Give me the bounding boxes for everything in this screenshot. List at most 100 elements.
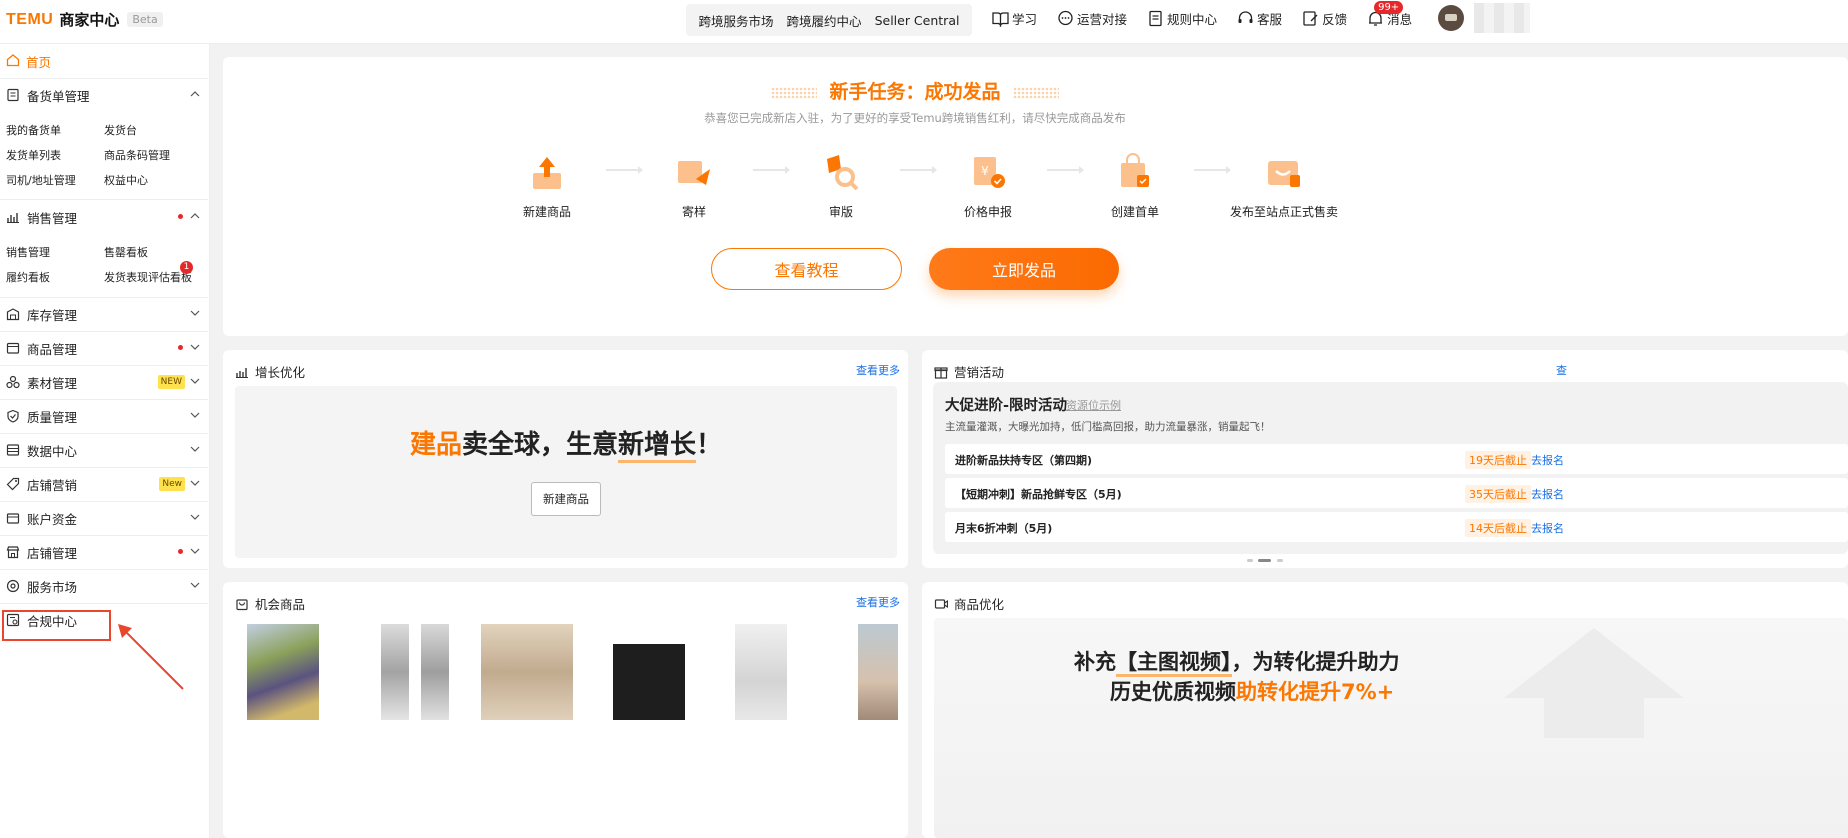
carousel-indicator[interactable] xyxy=(1247,559,1253,562)
newbie-task-title: 新手任务：成功发品 xyxy=(223,77,1607,104)
feedback-button[interactable]: 反馈 xyxy=(1302,9,1347,28)
new-tag: New xyxy=(159,477,185,491)
customer-service-label: 客服 xyxy=(1257,11,1283,27)
view-more-link[interactable]: 查看更多 xyxy=(856,594,900,610)
notification-dot xyxy=(178,345,183,350)
product-thumbnail[interactable] xyxy=(381,624,409,720)
sidebar-item-benefits-center[interactable]: 权益中心 xyxy=(104,172,148,188)
view-more-link[interactable]: 查 xyxy=(1556,362,1567,378)
top-nav-box: 跨境服务市场 跨境履约中心 Seller Central xyxy=(686,4,972,36)
product-thumbnail[interactable] xyxy=(421,624,449,720)
new-tag: NEW xyxy=(157,375,185,389)
sidebar-group-sales[interactable]: 销售管理 xyxy=(0,200,208,234)
customer-service-button[interactable]: 客服 xyxy=(1237,9,1282,28)
promotion-title: 大促进阶-限时活动 xyxy=(945,398,1068,414)
service-icon xyxy=(6,579,20,593)
main-video-banner[interactable]: 补充【主图视频】，为转化提升助力 历史优质视频助转化提升7%+ xyxy=(934,618,1848,838)
sidebar-item-my-stock-orders[interactable]: 我的备货单 xyxy=(6,122,61,138)
step-create-product: 新建商品 xyxy=(477,151,617,220)
sidebar-group-stock-orders[interactable]: 备货单管理 xyxy=(0,78,208,112)
sidebar-item-fulfillment-board[interactable]: 履约看板 xyxy=(6,269,50,285)
chevron-up-icon xyxy=(190,213,200,219)
sidebar-item-barcode-management[interactable]: 商品条码管理 xyxy=(104,147,170,163)
step-review: 审版 xyxy=(771,151,911,220)
sidebar-group-label: 服务市场 xyxy=(27,579,78,595)
activity-row[interactable]: 进阶新品扶持专区（第四期) 19天后截止 去报名 xyxy=(945,444,1848,474)
view-tutorial-button[interactable]: 查看教程 xyxy=(711,248,902,290)
ops-contact-button[interactable]: 运营对接 xyxy=(1057,9,1127,28)
logo[interactable]: TEMU 商家中心 Beta xyxy=(6,9,163,30)
sidebar-group-data-center[interactable]: 数据中心 xyxy=(0,433,208,467)
product-optimization-card: 商品优化 补充【主图视频】，为转化提升助力 历史优质视频助转化提升7%+ xyxy=(922,582,1848,838)
carousel-indicator[interactable] xyxy=(1277,559,1283,562)
nav-service-market[interactable]: 跨境服务市场 xyxy=(699,11,774,30)
activity-row[interactable]: 【短期冲刺】新品抢鲜专区（5月) 35天后截止 去报名 xyxy=(945,478,1848,508)
activity-name: 进阶新品扶持专区（第四期) xyxy=(955,454,1093,467)
sidebar-group-label: 账户资金 xyxy=(27,511,78,527)
sidebar-group-store-marketing[interactable]: 店铺营销 New xyxy=(0,467,208,501)
deadline-badge: 14天后截止 xyxy=(1465,519,1531,537)
sidebar-item-sales-management[interactable]: 销售管理 xyxy=(6,244,50,260)
annotation-highlight-box xyxy=(2,610,111,641)
activity-row[interactable]: 月末6折冲刺（5月) 14天后截止 去报名 xyxy=(945,512,1848,542)
rules-center-button[interactable]: 规则中心 xyxy=(1147,9,1217,28)
sidebar-group-store-management[interactable]: 店铺管理 xyxy=(0,535,208,569)
banner-line-2: 历史优质视频助转化提升7%+ xyxy=(1110,680,1395,704)
nav-seller-central[interactable]: Seller Central xyxy=(875,13,960,28)
avatar[interactable] xyxy=(1438,5,1464,31)
edit-icon xyxy=(1302,10,1319,27)
sidebar-group-account-funds[interactable]: 账户资金 xyxy=(0,501,208,535)
chevron-down-icon xyxy=(190,412,200,418)
beta-badge: Beta xyxy=(127,12,163,27)
register-link[interactable]: 去报名 xyxy=(1531,486,1564,502)
message-count-badge: 99+ xyxy=(1374,0,1404,14)
chevron-down-icon xyxy=(190,446,200,452)
chevron-down-icon xyxy=(190,582,200,588)
view-more-link[interactable]: 查看更多 xyxy=(856,362,900,378)
learn-button[interactable]: 学习 xyxy=(992,9,1037,28)
shopping-bag-icon xyxy=(235,597,249,611)
product-thumbnail[interactable] xyxy=(247,624,319,720)
carousel-indicator-active[interactable] xyxy=(1258,559,1271,562)
publish-now-button[interactable]: 立即发品 xyxy=(929,248,1119,290)
activity-name: 月末6折冲刺（5月) xyxy=(955,522,1053,535)
card-title: 机会商品 xyxy=(255,597,306,612)
svg-text:¥: ¥ xyxy=(981,164,989,178)
gift-icon xyxy=(934,365,948,379)
sidebar-item-shipping-performance-board[interactable]: 发货表现评估看板 xyxy=(104,269,192,285)
decoration-dots xyxy=(1012,86,1059,99)
sidebar-item-driver-address[interactable]: 司机/地址管理 xyxy=(6,172,76,188)
username-blurred[interactable] xyxy=(1474,3,1530,33)
create-product-button[interactable]: 新建商品 xyxy=(531,482,601,516)
resource-example-link[interactable]: 资源位示例 xyxy=(1066,397,1121,413)
product-thumbnail[interactable] xyxy=(858,624,898,720)
product-thumbnail[interactable] xyxy=(613,644,685,720)
sidebar-group-label: 备货单管理 xyxy=(27,88,90,104)
sidebar-group-materials[interactable]: 素材管理 NEW xyxy=(0,365,208,399)
magnifier-review-icon xyxy=(819,151,863,195)
promotion-description: 主流量灌溉，大曝光加持，低门槛高回报，助力流量暴涨，销量起飞！ xyxy=(945,421,1271,433)
sidebar-group-products[interactable]: 商品管理 xyxy=(0,331,208,365)
sidebar-item-home[interactable]: 首页 xyxy=(6,52,51,71)
sidebar-item-shipment-list[interactable]: 发货单列表 xyxy=(6,147,61,163)
sidebar-group-service-market[interactable]: 服务市场 xyxy=(0,569,208,603)
wallet-icon xyxy=(6,511,20,525)
sidebar-group-label: 数据中心 xyxy=(27,443,78,459)
product-thumbnail[interactable] xyxy=(735,624,787,720)
sidebar-group-label: 销售管理 xyxy=(27,210,78,226)
step-publish-site: 发布至站点正式售卖 xyxy=(1214,151,1354,220)
sidebar-group-label: 素材管理 xyxy=(27,375,78,391)
sidebar-item-soldout-board[interactable]: 售罄看板 xyxy=(104,244,148,260)
product-thumbnail[interactable] xyxy=(481,624,573,720)
clipboard-icon xyxy=(6,88,20,102)
nav-fulfillment-center[interactable]: 跨境履约中心 xyxy=(787,11,862,30)
promotion-panel: 大促进阶-限时活动 资源位示例 主流量灌溉，大曝光加持，低门槛高回报，助力流量暴… xyxy=(933,382,1848,554)
register-link[interactable]: 去报名 xyxy=(1531,452,1564,468)
count-badge: 1 xyxy=(180,261,193,274)
sidebar-group-quality[interactable]: 质量管理 xyxy=(0,399,208,433)
sidebar-group-inventory[interactable]: 库存管理 xyxy=(0,297,208,331)
messages-button[interactable]: 消息 99+ xyxy=(1367,0,1412,28)
sidebar-item-shipping-desk[interactable]: 发货台 xyxy=(104,122,137,138)
tag-icon xyxy=(6,477,20,491)
register-link[interactable]: 去报名 xyxy=(1531,520,1564,536)
